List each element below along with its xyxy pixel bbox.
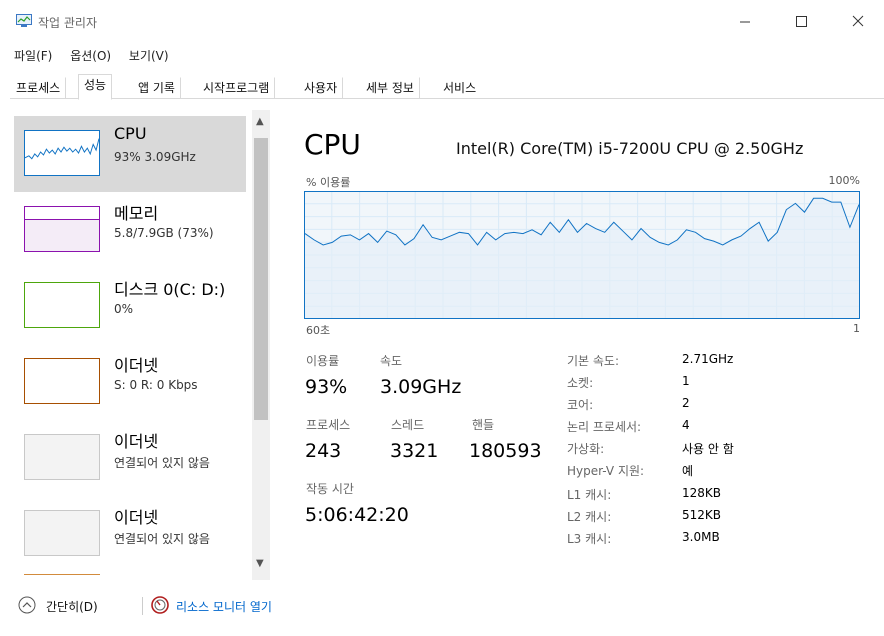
task-manager-window: 작업 관리자 파일(F) 옵션(O) 보기(V) 프로세스 성능 앱 기록 시작…	[0, 0, 884, 636]
spec-label: 소켓:	[567, 376, 594, 390]
processes-value: 243	[305, 440, 342, 462]
chevron-up-circle-icon[interactable]	[18, 596, 36, 614]
resource-title: 이더넷	[114, 356, 159, 375]
spec-label: Hyper-V 지원:	[567, 464, 645, 478]
cpu-model-name: Intel(R) Core(TM) i5-7200U CPU @ 2.50GHz	[456, 139, 804, 158]
graph-time-left: 60초	[306, 324, 331, 337]
spec-value: 2.71GHz	[682, 352, 734, 366]
disk-thumbnail-graph	[24, 282, 100, 328]
utilization-value: 93%	[305, 376, 348, 398]
resource-title: 이더넷	[114, 508, 159, 527]
processes-label: 프로세스	[306, 418, 351, 432]
tab-app-history[interactable]: 앱 기록	[132, 77, 181, 98]
maximize-icon	[796, 16, 807, 27]
spec-label: L3 캐시:	[567, 532, 612, 546]
tab-bar: 프로세스 성능 앱 기록 시작프로그램 사용자 세부 정보 서비스	[10, 74, 884, 100]
resource-title: CPU	[114, 124, 147, 143]
cpu-thumbnail-graph	[24, 130, 100, 176]
resource-disk[interactable]: 디스크 0(C: D:) 0%	[14, 268, 246, 344]
resource-cpu[interactable]: CPU 93% 3.09GHz	[14, 116, 246, 192]
spec-label: L1 캐시:	[567, 488, 612, 502]
resource-title: 디스크 0(C: D:)	[114, 280, 226, 299]
usage-axis-label: % 이용률	[306, 176, 351, 189]
menu-bar: 파일(F) 옵션(O) 보기(V)	[14, 47, 183, 67]
detail-heading: CPU	[304, 128, 361, 161]
resource-ethernet-disconnected[interactable]: 이더넷 연결되어 있지 않음	[14, 420, 246, 496]
resource-ethernet[interactable]: 이더넷 S: 0 R: 0 Kbps	[14, 344, 246, 420]
resource-monitor-icon[interactable]	[151, 596, 169, 614]
handles-value: 180593	[469, 440, 542, 462]
spec-value: 사용 안 함	[682, 442, 734, 456]
title-bar: 작업 관리자	[0, 0, 884, 42]
minimize-icon	[740, 21, 750, 23]
fewer-details-button[interactable]: 간단히(D)	[46, 598, 98, 615]
ethernet-thumbnail-graph	[24, 510, 100, 556]
uptime-value: 5:06:42:20	[305, 504, 409, 526]
spec-value: 1	[682, 374, 690, 388]
usage-axis-max: 100%	[828, 174, 860, 187]
tab-performance[interactable]: 성능	[78, 74, 113, 100]
resource-subtitle: S: 0 R: 0 Kbps	[114, 378, 198, 392]
resource-memory[interactable]: 메모리 5.8/7.9GB (73%)	[14, 192, 246, 268]
spec-value: 128KB	[682, 486, 722, 500]
resource-ethernet-disconnected[interactable]: 이더넷 연결되어 있지 않음	[14, 496, 246, 572]
resource-subtitle: 연결되어 있지 않음	[114, 456, 210, 470]
resource-list-scrollbar[interactable]: ▲ ▼	[252, 110, 270, 580]
menu-options[interactable]: 옵션(O)	[70, 49, 111, 63]
spec-value: 예	[682, 464, 694, 478]
tab-services[interactable]: 서비스	[437, 77, 482, 98]
resource-list: CPU 93% 3.09GHz 메모리 5.8/7.9GB (73%) 디스크 …	[14, 110, 270, 580]
menu-file[interactable]: 파일(F)	[14, 49, 52, 63]
tab-details[interactable]: 세부 정보	[360, 77, 420, 98]
resource-subtitle: 5.8/7.9GB (73%)	[114, 226, 214, 240]
scroll-up-arrow-icon[interactable]: ▲	[256, 116, 264, 127]
maximize-button[interactable]	[786, 8, 816, 36]
close-button[interactable]	[843, 8, 873, 36]
memory-thumbnail-graph	[24, 206, 100, 252]
open-resource-monitor-link[interactable]: 리소스 모니터 열기	[176, 598, 272, 615]
spec-value: 4	[682, 418, 690, 432]
threads-value: 3321	[390, 440, 439, 462]
spec-value: 2	[682, 396, 690, 410]
scroll-down-arrow-icon[interactable]: ▼	[256, 558, 264, 569]
spec-label: 코어:	[567, 398, 594, 412]
scroll-thumb[interactable]	[254, 138, 268, 420]
speed-value: 3.09GHz	[380, 376, 462, 398]
graph-time-right: 1	[853, 322, 860, 335]
speed-label: 속도	[380, 354, 403, 368]
resource-title: 메모리	[114, 204, 159, 223]
handles-label: 핸들	[472, 418, 495, 432]
resource-title: 이더넷	[114, 432, 159, 451]
resource-subtitle: 연결되어 있지 않음	[114, 532, 210, 546]
resource-partial-item	[24, 574, 100, 580]
close-icon	[852, 15, 864, 27]
menu-view[interactable]: 보기(V)	[129, 49, 169, 63]
spec-value: 3.0MB	[682, 530, 720, 544]
tab-startup[interactable]: 시작프로그램	[197, 77, 276, 98]
uptime-label: 작동 시간	[306, 482, 354, 496]
spec-label: 가상화:	[567, 442, 605, 456]
footer-divider	[142, 597, 143, 615]
resource-subtitle: 0%	[114, 302, 134, 316]
utilization-label: 이용률	[306, 354, 340, 368]
spec-label: 논리 프로세서:	[567, 420, 642, 434]
spec-label: L2 캐시:	[567, 510, 612, 524]
resource-subtitle: 93% 3.09GHz	[114, 150, 196, 164]
minimize-button[interactable]	[730, 8, 760, 36]
spec-label: 기본 속도:	[567, 354, 620, 368]
task-manager-app-icon	[16, 14, 32, 27]
ethernet-thumbnail-graph	[24, 434, 100, 480]
threads-label: 스레드	[391, 418, 425, 432]
ethernet-thumbnail-graph	[24, 358, 100, 404]
tab-users[interactable]: 사용자	[298, 77, 344, 98]
tab-processes[interactable]: 프로세스	[10, 77, 67, 98]
spec-value: 512KB	[682, 508, 722, 522]
window-title: 작업 관리자	[38, 16, 98, 30]
cpu-usage-graph	[304, 191, 860, 319]
